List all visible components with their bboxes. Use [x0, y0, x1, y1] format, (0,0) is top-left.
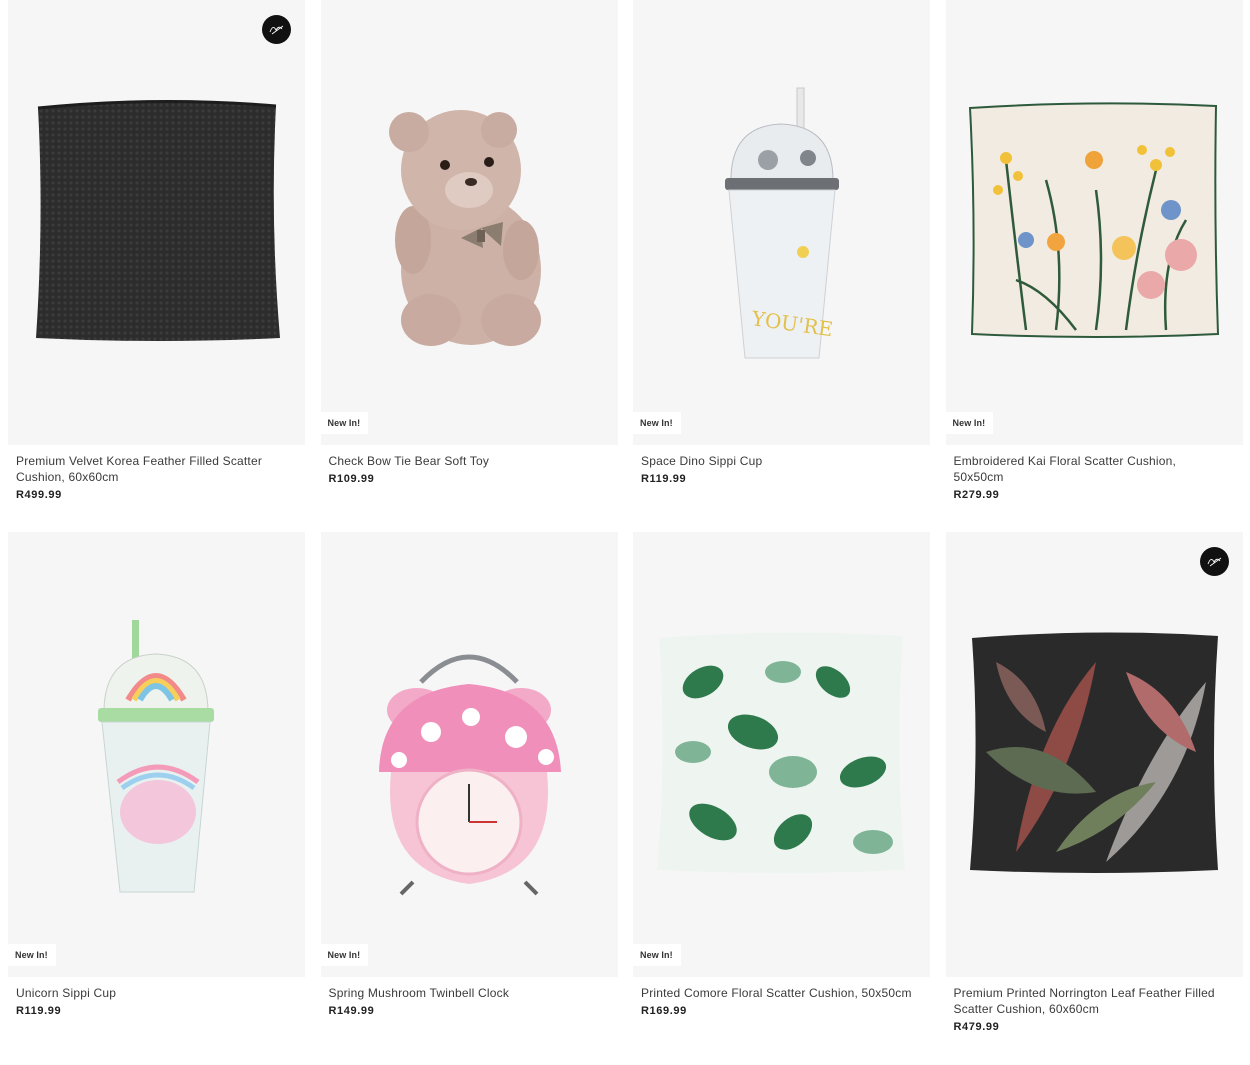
mushroom-alarm-clock-image: [378, 654, 561, 896]
new-in-badge: New In!: [633, 944, 681, 966]
new-in-badge: New In!: [945, 412, 994, 434]
product-card[interactable]: New In! Unicorn Sippi Cup R119.99: [8, 532, 305, 1065]
product-image[interactable]: New In!: [320, 0, 618, 445]
new-in-badge: New In!: [320, 944, 369, 966]
extra-badge-icon: [1199, 547, 1229, 576]
product-name[interactable]: Space Dino Sippi Cup: [633, 445, 930, 469]
product-image[interactable]: New In!: [8, 532, 305, 977]
product-price: R499.99: [16, 489, 62, 501]
product-image[interactable]: New In!: [945, 0, 1243, 445]
product-price: R479.99: [953, 1021, 1000, 1033]
product-image[interactable]: YOU'RE New In!: [633, 0, 930, 445]
product-card[interactable]: New In! Printed Comore Floral Scatter Cu…: [633, 532, 930, 1065]
floral-embroidered-cushion-image: [968, 102, 1219, 338]
product-name[interactable]: Premium Velvet Korea Feather Filled Scat…: [8, 445, 305, 485]
black-velvet-cushion-image: [36, 99, 280, 341]
extra-badge-icon: [262, 15, 291, 44]
product-card[interactable]: Premium Printed Norrington Leaf Feather …: [945, 532, 1243, 1065]
product-name[interactable]: Embroidered Kai Floral Scatter Cushion, …: [946, 445, 1243, 485]
product-name[interactable]: Premium Printed Norrington Leaf Feather …: [946, 977, 1243, 1017]
product-price: R169.99: [641, 1005, 687, 1017]
product-price: R109.99: [328, 473, 375, 485]
product-name[interactable]: Spring Mushroom Twinbell Clock: [321, 977, 618, 1001]
product-image[interactable]: [945, 532, 1243, 977]
product-grid: Premium Velvet Korea Feather Filled Scat…: [8, 0, 1243, 1065]
product-name[interactable]: Printed Comore Floral Scatter Cushion, 5…: [633, 977, 930, 1001]
product-name[interactable]: Check Bow Tie Bear Soft Toy: [321, 445, 618, 469]
unicorn-sippi-cup-image: [98, 620, 214, 893]
product-image[interactable]: [8, 0, 305, 445]
product-price: R279.99: [953, 489, 1000, 501]
dome-sippi-cup-image: YOU'RE: [725, 87, 839, 359]
product-name[interactable]: Unicorn Sippi Cup: [8, 977, 305, 1001]
product-card[interactable]: New In! Embroidered Kai Floral Scatter C…: [945, 0, 1243, 532]
product-price: R149.99: [328, 1005, 375, 1017]
product-price: R119.99: [16, 1005, 62, 1017]
product-card[interactable]: New In! Spring Mushroom Twinbell Clock R…: [320, 532, 618, 1065]
product-image[interactable]: New In!: [633, 532, 930, 977]
new-in-badge: New In!: [633, 412, 681, 434]
new-in-badge: New In!: [320, 412, 369, 434]
new-in-badge: New In!: [8, 944, 56, 966]
product-card[interactable]: YOU'RE New In! Space Dino Sippi Cup R119…: [633, 0, 930, 532]
product-card[interactable]: Premium Velvet Korea Feather Filled Scat…: [8, 0, 305, 532]
teddy-bear-image: [388, 110, 541, 346]
product-card[interactable]: New In! Check Bow Tie Bear Soft Toy R109…: [320, 0, 618, 532]
product-price: R119.99: [641, 473, 687, 485]
product-image[interactable]: New In!: [320, 532, 618, 977]
green-floral-cushion-image: [657, 632, 905, 873]
leaf-print-cushion-image: [969, 632, 1218, 873]
